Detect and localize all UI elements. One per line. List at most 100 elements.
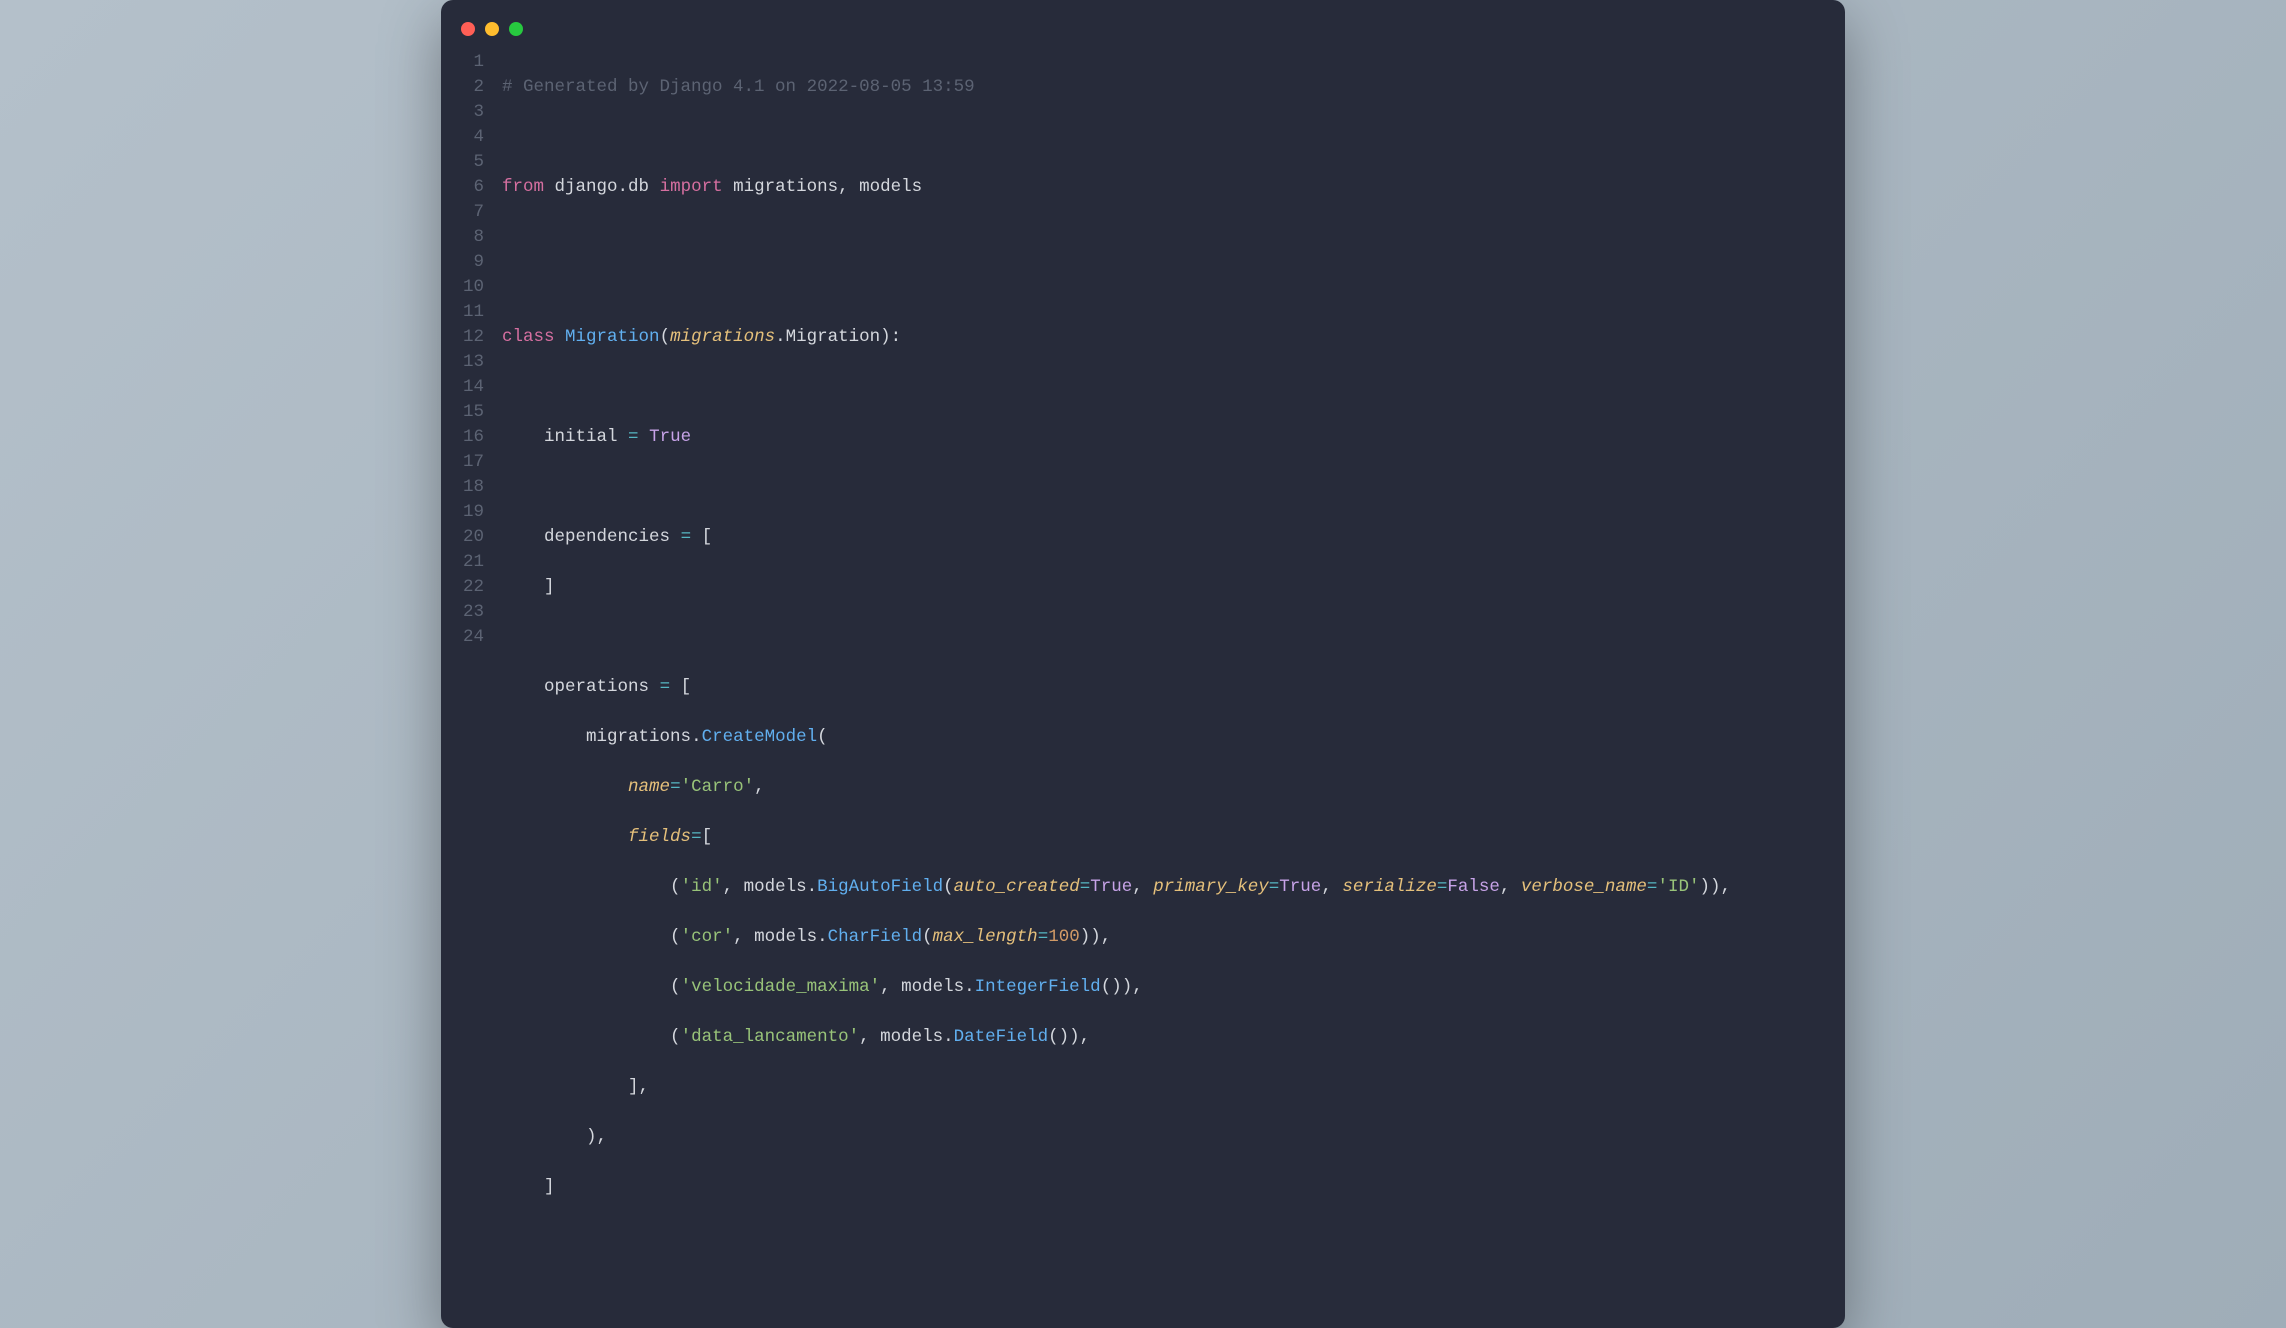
punct-token: ], <box>628 1077 649 1097</box>
line-number: 2 <box>463 75 484 100</box>
punct-token: , <box>1321 877 1342 897</box>
param-token: name <box>628 777 670 797</box>
punct-token: ( <box>670 1027 681 1047</box>
punct-token: ): <box>880 327 901 347</box>
punct-token: . <box>964 977 975 997</box>
close-icon[interactable] <box>461 22 475 36</box>
indent <box>502 927 670 947</box>
code-line: from django.db import migrations, models <box>502 175 1731 200</box>
indent <box>502 827 628 847</box>
indent <box>502 1077 628 1097</box>
line-number: 1 <box>463 50 484 75</box>
param-token: auto_created <box>954 877 1080 897</box>
line-number: 21 <box>463 550 484 575</box>
zoom-icon[interactable] <box>509 22 523 36</box>
op-token: = <box>1080 877 1091 897</box>
line-number: 18 <box>463 475 484 500</box>
line-number: 12 <box>463 325 484 350</box>
punct-token: () <box>1048 1027 1069 1047</box>
punct-token: ( <box>660 327 671 347</box>
indent <box>502 577 544 597</box>
line-number: 4 <box>463 125 484 150</box>
op-token: = <box>1647 877 1658 897</box>
code-line: ), <box>502 1125 1731 1150</box>
code-line <box>502 375 1731 400</box>
base-module-token: migrations <box>670 327 775 347</box>
punct-token: ( <box>943 877 954 897</box>
line-number: 5 <box>463 150 484 175</box>
keyword-token: from <box>502 177 544 197</box>
line-number: 10 <box>463 275 484 300</box>
punct-token: , <box>859 1027 880 1047</box>
code-content[interactable]: # Generated by Django 4.1 on 2022-08-05 … <box>502 50 1731 1300</box>
code-line: ] <box>502 575 1731 600</box>
module-token: django.db <box>544 177 660 197</box>
line-number: 9 <box>463 250 484 275</box>
code-line: migrations.CreateModel( <box>502 725 1731 750</box>
op-token: = <box>670 527 702 547</box>
punct-token: )), <box>1080 927 1112 947</box>
punct-token: ( <box>670 877 681 897</box>
line-number: 3 <box>463 100 484 125</box>
line-number: 24 <box>463 625 484 650</box>
code-editor[interactable]: 1 2 3 4 5 6 7 8 9 10 11 12 13 14 15 16 1… <box>441 50 1845 1300</box>
const-token: True <box>1090 877 1132 897</box>
module-token: migrations <box>586 727 691 747</box>
punct-token: ( <box>670 927 681 947</box>
code-line: ] <box>502 1175 1731 1200</box>
op-token: = <box>1269 877 1280 897</box>
class-token: CharField <box>828 927 923 947</box>
line-number: 16 <box>463 425 484 450</box>
code-line: operations = [ <box>502 675 1731 700</box>
class-name-token: Migration <box>555 327 660 347</box>
code-line <box>502 1225 1731 1250</box>
code-line: initial = True <box>502 425 1731 450</box>
punct-token: . <box>775 327 786 347</box>
param-token: primary_key <box>1153 877 1269 897</box>
attr-token: operations <box>544 677 649 697</box>
string-token: 'velocidade_maxima' <box>681 977 881 997</box>
line-number: 22 <box>463 575 484 600</box>
punct-token: [ <box>681 677 692 697</box>
number-token: 100 <box>1048 927 1080 947</box>
code-line: name='Carro', <box>502 775 1731 800</box>
string-token: 'Carro' <box>681 777 755 797</box>
line-number: 20 <box>463 525 484 550</box>
string-token: 'data_lancamento' <box>681 1027 860 1047</box>
code-line: ], <box>502 1075 1731 1100</box>
op-token: = <box>691 827 702 847</box>
param-token: fields <box>628 827 691 847</box>
code-line: dependencies = [ <box>502 525 1731 550</box>
punct-token: , <box>723 877 744 897</box>
keyword-token: class <box>502 327 555 347</box>
class-token: BigAutoField <box>817 877 943 897</box>
punct-token: , <box>1132 877 1153 897</box>
module-token: models <box>880 1027 943 1047</box>
punct-token: ), <box>1122 977 1143 997</box>
line-number: 14 <box>463 375 484 400</box>
indent <box>502 877 670 897</box>
names-token: migrations, models <box>723 177 923 197</box>
code-line: class Migration(migrations.Migration): <box>502 325 1731 350</box>
punct-token: ] <box>544 1177 555 1197</box>
punct-token: () <box>1101 977 1122 997</box>
punct-token: ), <box>586 1127 607 1147</box>
punct-token: , <box>754 777 765 797</box>
line-number: 7 <box>463 200 484 225</box>
line-number: 23 <box>463 600 484 625</box>
class-token: IntegerField <box>975 977 1101 997</box>
punct-token: )), <box>1699 877 1731 897</box>
code-line: ('cor', models.CharField(max_length=100)… <box>502 925 1731 950</box>
punct-token: [ <box>702 527 713 547</box>
punct-token: . <box>807 877 818 897</box>
indent <box>502 777 628 797</box>
line-number: 19 <box>463 500 484 525</box>
string-token: 'ID' <box>1657 877 1699 897</box>
string-token: 'cor' <box>681 927 734 947</box>
op-token: = <box>649 677 681 697</box>
code-line <box>502 275 1731 300</box>
indent <box>502 677 544 697</box>
punct-token: [ <box>702 827 713 847</box>
class-token: CreateModel <box>702 727 818 747</box>
minimize-icon[interactable] <box>485 22 499 36</box>
